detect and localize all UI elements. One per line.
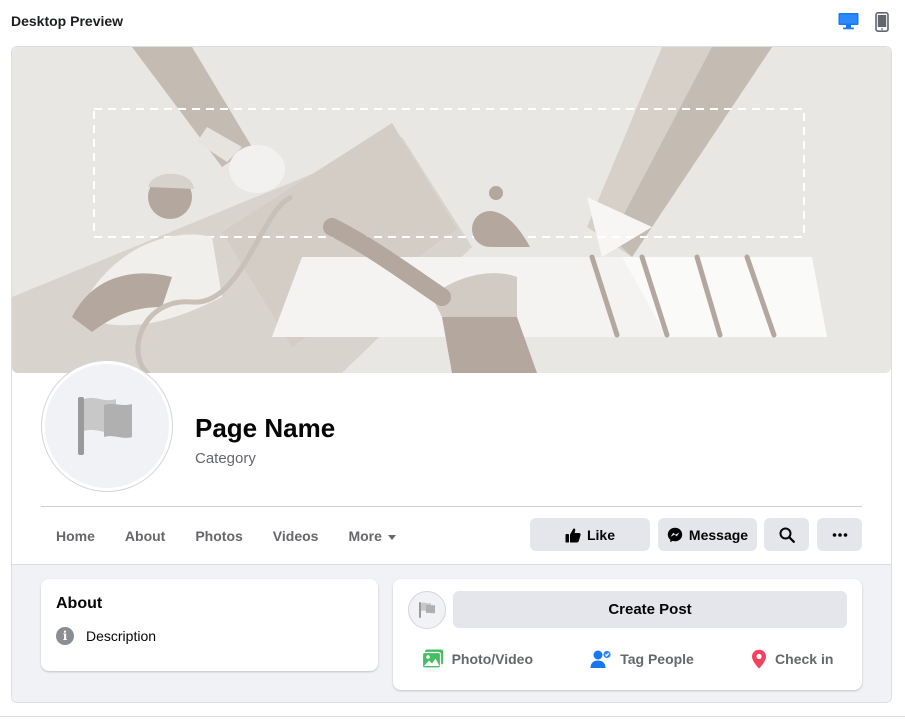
cover-photo [12, 47, 891, 373]
like-button-label: Like [586, 526, 615, 543]
page-content-area: About i Description Create Post Photo/Vi… [12, 564, 891, 702]
like-button[interactable]: Like [530, 518, 650, 551]
tag-people-button[interactable]: Tag People [590, 649, 694, 669]
page-nav: Home About Photos Videos More [56, 526, 426, 546]
preview-title: Desktop Preview [11, 13, 124, 29]
tab-more[interactable]: More [348, 528, 396, 544]
header-divider [41, 506, 862, 507]
desktop-monitor-icon[interactable] [838, 12, 859, 35]
tag-people-icon [590, 650, 611, 668]
search-icon [779, 527, 795, 543]
tab-about[interactable]: About [125, 528, 165, 544]
mobile-phone-icon[interactable] [875, 12, 889, 37]
page-preview-frame: Page Name Category Home About Photos Vid… [11, 46, 892, 703]
create-post-button[interactable]: Create Post [453, 591, 847, 628]
check-in-label: Check in [775, 651, 834, 667]
thumbs-up-icon [565, 527, 581, 542]
page-flag-small-icon [419, 602, 435, 618]
messenger-icon [667, 527, 683, 542]
page-category: Category [195, 450, 256, 467]
post-actions: Photo/Video Tag People Check in [393, 649, 862, 669]
tab-videos[interactable]: Videos [273, 528, 319, 544]
message-button-label: Message [688, 526, 749, 543]
photo-video-label: Photo/Video [451, 651, 534, 667]
tab-home[interactable]: Home [56, 528, 95, 544]
search-button[interactable] [764, 518, 809, 551]
info-icon: i [56, 627, 74, 645]
caret-down-icon [387, 534, 396, 540]
message-button[interactable]: Message [658, 518, 757, 551]
page-name: Page Name [195, 413, 336, 443]
location-pin-icon [752, 649, 767, 669]
about-title: About [56, 595, 103, 612]
more-options-button[interactable] [817, 518, 862, 551]
about-description: Description [86, 628, 157, 644]
profile-picture[interactable] [42, 361, 172, 491]
check-in-button[interactable]: Check in [751, 649, 833, 669]
about-description-row: i Description [56, 627, 156, 645]
tag-people-label: Tag People [620, 651, 694, 667]
bottom-divider [0, 716, 905, 717]
tab-photos[interactable]: Photos [195, 528, 242, 544]
photo-video-icon [421, 649, 443, 669]
page-flag-icon [78, 397, 132, 455]
about-card: About i Description [41, 579, 378, 671]
tab-more-label: More [348, 528, 382, 544]
create-post-card: Create Post Photo/Video Tag People Check… [393, 579, 862, 690]
photo-video-button[interactable]: Photo/Video [421, 649, 534, 669]
more-dots-icon [832, 532, 847, 537]
post-avatar [408, 591, 446, 629]
